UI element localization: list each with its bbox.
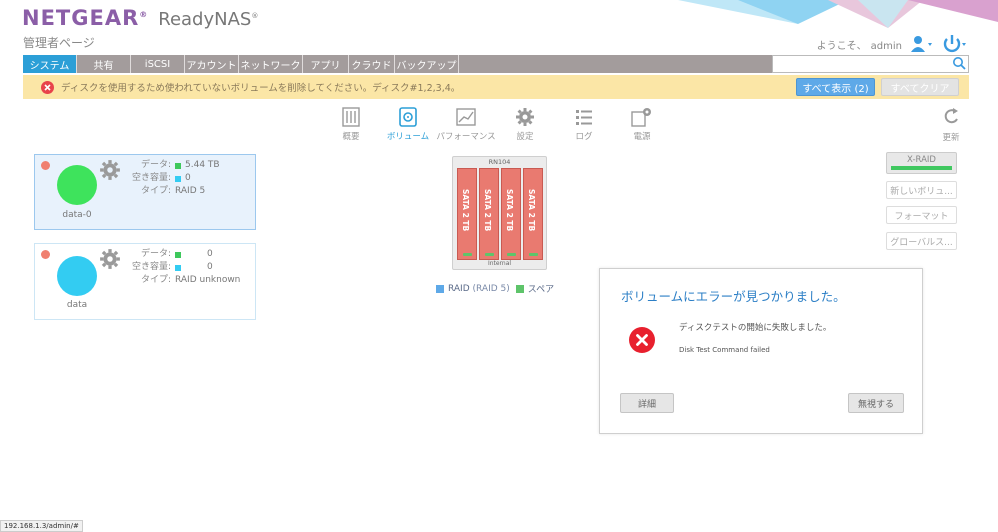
tab-system[interactable]: システム [23, 55, 77, 73]
volume-settings-gear-icon[interactable] [99, 248, 121, 273]
power-menu-icon[interactable] [942, 34, 968, 54]
raid-legend-swatch [436, 284, 444, 293]
disk-bay-1[interactable]: SATA 2 TB [457, 168, 477, 260]
tab-apps[interactable]: アプリ [303, 55, 349, 73]
volume-health-circle [57, 256, 97, 296]
volume-info: データ: 5.44 TB 空き容量: 0 タイプ: RAID 5 [131, 160, 220, 196]
brand: NETGEAR® ReadyNAS® [22, 6, 258, 36]
tab-network[interactable]: ネットワーク [239, 55, 303, 73]
netgear-logo: NETGEAR® [22, 6, 149, 30]
clear-all-button[interactable]: すべてクリア [881, 78, 959, 96]
search-box [772, 55, 969, 73]
page-title: 管理者ページ [23, 36, 95, 50]
subtab-logs[interactable]: ログ [551, 106, 617, 142]
subtab-volumes[interactable]: ボリューム [375, 106, 441, 142]
search-input[interactable] [782, 57, 952, 71]
performance-icon [456, 106, 476, 128]
log-icon [575, 106, 593, 128]
x-raid-toggle[interactable]: X-RAID [886, 152, 957, 174]
disk-bay-4[interactable]: SATA 2 TB [523, 168, 543, 260]
tab-accounts[interactable]: アカウント [185, 55, 239, 73]
status-bar-url: 192.168.1.3/admin/# [0, 520, 83, 532]
refresh-button[interactable]: 更新 [942, 106, 960, 143]
tab-cloud[interactable]: クラウド [349, 55, 395, 73]
disk-bay-3[interactable]: SATA 2 TB [501, 168, 521, 260]
tab-iscsi[interactable]: iSCSI [131, 55, 185, 73]
volume-name: data-0 [62, 210, 92, 220]
sub-nav: 概要 ボリューム パフォーマンス 設定 ログ 電源 更新 [0, 106, 998, 143]
subtab-performance[interactable]: パフォーマンス [433, 106, 499, 142]
details-button[interactable]: 詳細 [620, 393, 674, 413]
new-volume-button[interactable]: 新しいボリュ... [886, 181, 957, 199]
product-name: ReadyNAS® [158, 9, 259, 30]
volume-status-dot [41, 161, 50, 170]
error-icon [41, 80, 54, 94]
disk-legend: RAID (RAID 5) スペア [436, 282, 554, 295]
settings-icon [515, 106, 535, 128]
power-settings-icon [631, 106, 653, 128]
alert-bar: ディスクを使用するため使われていないボリュームを削除してください。ディスク#1,… [23, 75, 969, 99]
volume-card-data-0[interactable]: データ: 5.44 TB 空き容量: 0 タイプ: RAID 5 data-0 [34, 154, 256, 230]
spare-legend-swatch [515, 284, 524, 293]
error-icon [629, 327, 655, 356]
search-icon[interactable] [952, 56, 966, 73]
show-all-button[interactable]: すべて表示 (2) [796, 78, 875, 96]
volume-card-data[interactable]: データ: 0 空き容量: 0 タイプ: RAID unknown data [34, 243, 256, 320]
tab-shares[interactable]: 共有 [77, 55, 131, 73]
subtab-power[interactable]: 電源 [609, 106, 675, 142]
volume-settings-gear-icon[interactable] [99, 159, 121, 184]
nas-unit: RN104 SATA 2 TB SATA 2 TB SATA 2 TB SATA… [452, 156, 547, 270]
ignore-button[interactable]: 無視する [848, 393, 904, 413]
tab-backup[interactable]: バックアップ [395, 55, 459, 73]
error-dialog: ボリュームにエラーが見つかりました。 ディスクテストの開始に失敗しました。 Di… [599, 268, 923, 434]
dialog-detail: Disk Test Command failed [679, 346, 770, 354]
format-button[interactable]: フォーマット [886, 206, 957, 224]
welcome-text: ようこそ、 admin [816, 40, 902, 52]
user-menu-icon[interactable] [910, 35, 934, 53]
nas-model: RN104 [488, 158, 511, 166]
subtab-settings[interactable]: 設定 [492, 106, 558, 142]
volume-health-circle [57, 165, 97, 205]
overview-icon [342, 106, 360, 128]
dialog-message: ディスクテストの開始に失敗しました。 [679, 323, 832, 333]
x-raid-status-bar [891, 166, 952, 170]
volume-status-dot [41, 250, 50, 259]
volume-icon [399, 106, 417, 128]
user-area: ようこそ、 admin [817, 34, 968, 54]
alert-message: ディスクを使用するため使われていないボリュームを削除してください。ディスク#1,… [61, 83, 461, 94]
nas-location: Internal [487, 260, 512, 267]
refresh-icon [942, 106, 960, 129]
dialog-title: ボリュームにエラーが見つかりました。 [621, 289, 846, 304]
volume-info: データ: 0 空き容量: 0 タイプ: RAID unknown [131, 249, 241, 285]
header-decoration [678, 0, 998, 30]
disk-bay-2[interactable]: SATA 2 TB [479, 168, 499, 260]
volume-name: data [66, 300, 88, 310]
global-spare-button[interactable]: グローバルス... [886, 232, 957, 250]
